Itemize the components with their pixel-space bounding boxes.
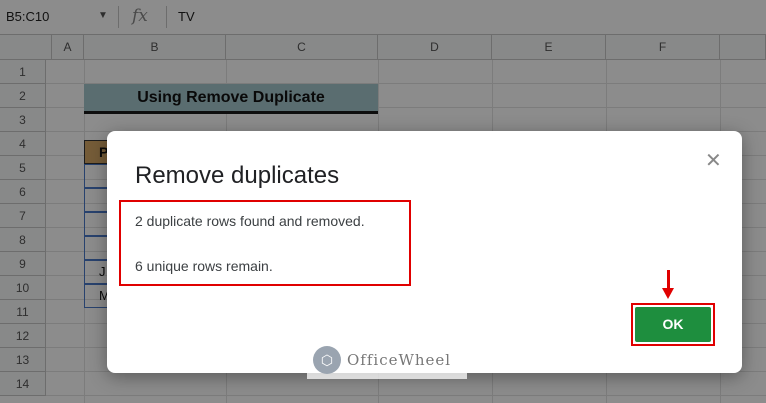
officewheel-logo-icon: ⬡ bbox=[313, 346, 341, 374]
unique-rows-message: 6 unique rows remain. bbox=[135, 258, 273, 274]
watermark-text: OfficeWheel bbox=[347, 351, 452, 369]
arrow-indicator bbox=[667, 270, 670, 290]
ok-button[interactable]: OK bbox=[635, 307, 711, 342]
arrow-head-icon bbox=[662, 288, 674, 299]
duplicates-found-message: 2 duplicate rows found and removed. bbox=[135, 213, 365, 229]
dialog-title: Remove duplicates bbox=[135, 162, 340, 189]
remove-duplicates-dialog: Remove duplicates ✕ 2 duplicate rows fou… bbox=[107, 131, 742, 379]
watermark: ⬡ OfficeWheel bbox=[307, 341, 467, 379]
close-icon[interactable]: ✕ bbox=[705, 148, 722, 173]
